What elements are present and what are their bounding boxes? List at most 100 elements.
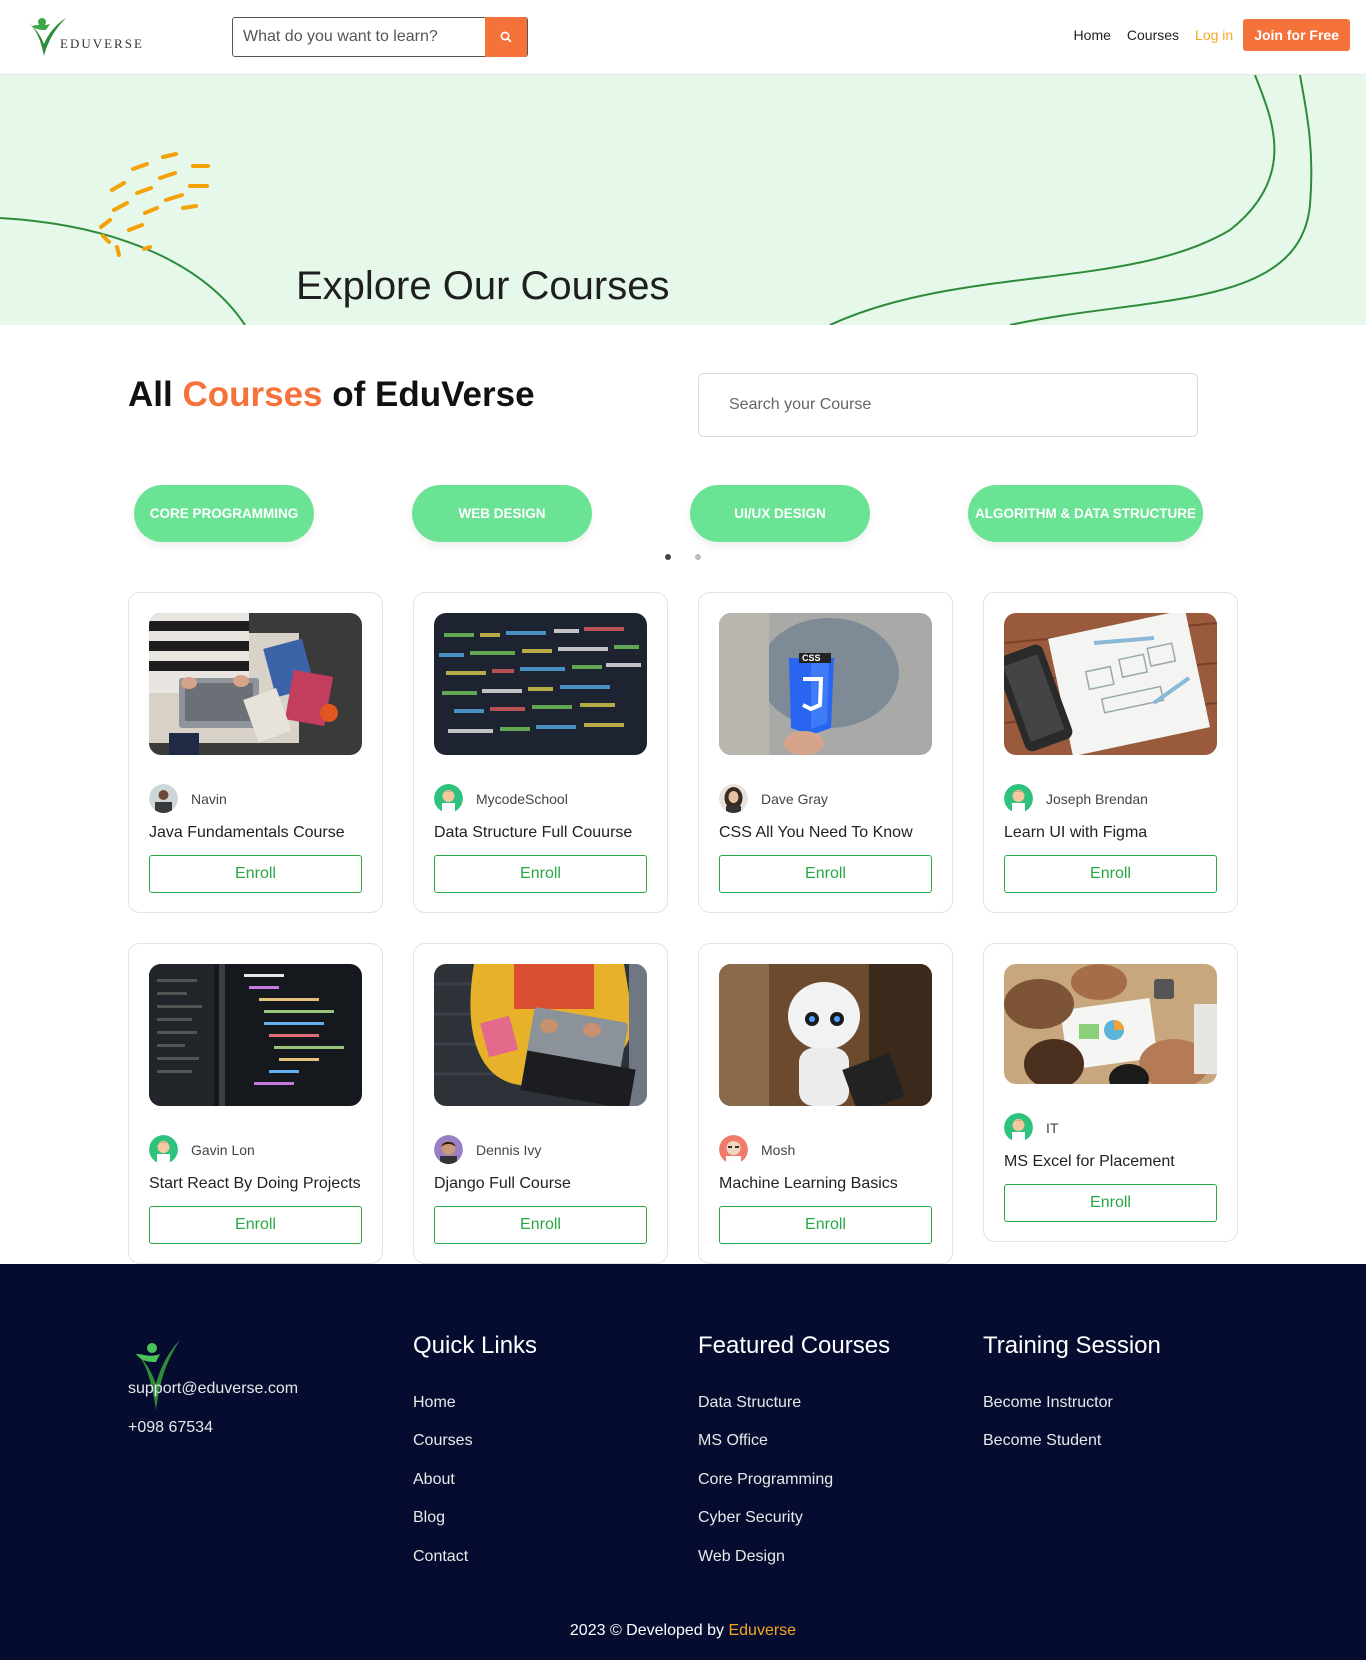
footer-link-web-design[interactable]: Web Design [698, 1548, 785, 1566]
author-name: Joseph Brendan [1046, 790, 1148, 807]
course-thumbnail [149, 964, 362, 1106]
hero-title: Explore Our Courses [296, 264, 670, 308]
author-avatar [1004, 1113, 1033, 1142]
course-card[interactable]: MycodeSchool Data Structure Full Couurse… [413, 592, 668, 913]
footer-link-become-student[interactable]: Become Student [983, 1432, 1101, 1450]
footer-logo-icon [132, 1340, 180, 1410]
category-core-programming[interactable]: CORE PROGRAMMING [134, 485, 314, 542]
course-author: Dennis Ivy [434, 1135, 541, 1164]
course-thumbnail [149, 613, 362, 755]
course-thumbnail [719, 964, 932, 1106]
copyright-text: 2023 © Developed by [569, 1622, 725, 1639]
footer-link-blog[interactable]: Blog [413, 1509, 445, 1527]
brand-logo[interactable]: EDUVERSE [22, 14, 172, 60]
header-search-button[interactable] [485, 17, 527, 57]
nav-login-link[interactable]: Log in [1195, 27, 1233, 43]
author-name: Navin [191, 790, 227, 807]
footer-email[interactable]: support@eduverse.com [128, 1380, 298, 1398]
nav-courses-link[interactable]: Courses [1127, 27, 1179, 43]
course-author: Joseph Brendan [1004, 784, 1148, 813]
header-search-input[interactable] [233, 18, 486, 56]
course-author: Navin [149, 784, 227, 813]
main-nav: Home Courses Log in Join for Free [1058, 19, 1350, 51]
enroll-button[interactable]: Enroll [149, 1206, 362, 1244]
all-courses-title: All Courses of EduVerse [128, 375, 535, 415]
author-avatar [719, 1135, 748, 1164]
course-title: Start React By Doing Projects [149, 1175, 361, 1192]
course-title: Data Structure Full Couurse [434, 824, 633, 841]
course-author: Gavin Lon [149, 1135, 255, 1164]
author-avatar [434, 784, 463, 813]
carousel-dot[interactable] [695, 554, 701, 560]
course-title: CSS All You Need To Know [719, 824, 913, 841]
author-name: Dave Gray [761, 790, 828, 807]
join-free-button[interactable]: Join for Free [1243, 19, 1350, 51]
title-post: of EduVerse [332, 375, 535, 414]
category-uiux-design[interactable]: UI/UX DESIGN [690, 485, 870, 542]
author-avatar [1004, 784, 1033, 813]
course-card[interactable]: Mosh Machine Learning Basics Enroll [698, 943, 953, 1264]
brand-name: EDUVERSE [60, 36, 144, 51]
course-thumbnail [1004, 964, 1217, 1084]
site-footer: support@eduverse.com +098 67534 Quick Li… [0, 1264, 1366, 1660]
footer-link-become-instructor[interactable]: Become Instructor [983, 1394, 1113, 1412]
copyright-brand-link[interactable]: Eduverse [728, 1622, 796, 1639]
course-title: Django Full Course [434, 1175, 571, 1192]
course-card[interactable]: Dennis Ivy Django Full Course Enroll [413, 943, 668, 1264]
footer-phone: +098 67534 [128, 1419, 213, 1436]
course-author: Dave Gray [719, 784, 828, 813]
author-name: MycodeSchool [476, 790, 568, 807]
enroll-button[interactable]: Enroll [719, 1206, 932, 1244]
course-card[interactable]: Joseph Brendan Learn UI with Figma Enrol… [983, 592, 1238, 913]
footer-link-ms-office[interactable]: MS Office [698, 1432, 768, 1450]
course-author: IT [1004, 1113, 1058, 1142]
hero-banner: Explore Our Courses [0, 75, 1366, 325]
quick-links-title: Quick Links [413, 1332, 538, 1359]
header-search [232, 17, 528, 57]
search-icon [500, 31, 512, 43]
footer-link-home[interactable]: Home [413, 1394, 456, 1412]
course-author: Mosh [719, 1135, 795, 1164]
featured-courses-title: Featured Courses [698, 1332, 891, 1359]
footer-link-contact[interactable]: Contact [413, 1548, 468, 1566]
enroll-button[interactable]: Enroll [434, 1206, 647, 1244]
author-avatar [149, 784, 178, 813]
course-thumbnail [434, 964, 647, 1106]
nav-home-link[interactable]: Home [1074, 27, 1111, 43]
training-session-title: Training Session [983, 1332, 1161, 1359]
course-card[interactable]: CSS Dave Gray CSS All You Need To Know E… [698, 592, 953, 913]
course-title: Machine Learning Basics [719, 1175, 898, 1192]
author-name: IT [1046, 1119, 1059, 1136]
footer-link-data-structure[interactable]: Data Structure [698, 1394, 801, 1412]
site-header: EDUVERSE Home Courses Log in Join for Fr… [0, 0, 1366, 75]
author-avatar [149, 1135, 178, 1164]
footer-link-cyber-security[interactable]: Cyber Security [698, 1509, 803, 1527]
author-avatar [719, 784, 748, 813]
course-title: MS Excel for Placement [1004, 1153, 1175, 1170]
course-card[interactable]: Gavin Lon Start React By Doing Projects … [128, 943, 383, 1264]
category-algorithm-data-structure[interactable]: ALGORITHM & DATA STRUCTURE [968, 485, 1203, 542]
carousel-dot-active[interactable] [665, 554, 671, 560]
course-thumbnail [1004, 613, 1217, 755]
enroll-button[interactable]: Enroll [1004, 855, 1217, 893]
author-name: Dennis Ivy [476, 1141, 542, 1158]
svg-text:CSS: CSS [802, 653, 821, 663]
footer-copyright: 2023 © Developed by Eduverse [0, 1622, 1366, 1640]
author-avatar [434, 1135, 463, 1164]
course-title: Java Fundamentals Course [149, 824, 345, 841]
category-web-design[interactable]: WEB DESIGN [412, 485, 592, 542]
course-card[interactable]: Navin Java Fundamentals Course Enroll [128, 592, 383, 913]
enroll-button[interactable]: Enroll [434, 855, 647, 893]
footer-link-core-programming[interactable]: Core Programming [698, 1471, 833, 1489]
course-search-input[interactable] [698, 373, 1198, 437]
course-thumbnail: CSS [719, 613, 932, 755]
footer-link-about[interactable]: About [413, 1471, 455, 1489]
enroll-button[interactable]: Enroll [1004, 1184, 1217, 1222]
hero-decoration [0, 75, 1313, 325]
course-card[interactable]: IT MS Excel for Placement Enroll [983, 943, 1238, 1242]
footer-link-courses[interactable]: Courses [413, 1432, 473, 1450]
enroll-button[interactable]: Enroll [719, 855, 932, 893]
title-accent: Courses [182, 375, 323, 414]
enroll-button[interactable]: Enroll [149, 855, 362, 893]
course-title: Learn UI with Figma [1004, 824, 1148, 841]
